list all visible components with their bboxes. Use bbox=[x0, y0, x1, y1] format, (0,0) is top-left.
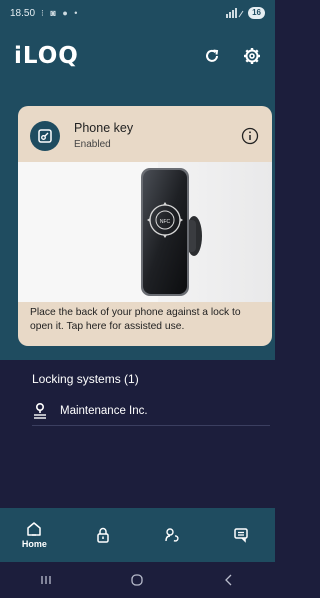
recent-apps-icon bbox=[41, 576, 51, 584]
locking-system-name: Maintenance Inc. bbox=[60, 404, 148, 417]
app-logo: iLOQ bbox=[14, 43, 79, 69]
app-actions bbox=[201, 45, 263, 67]
back-button[interactable] bbox=[204, 565, 254, 595]
phone-key-header: Phone key Enabled bbox=[18, 106, 272, 162]
battery-indicator: 16 bbox=[248, 7, 265, 19]
system-navigation-bar bbox=[0, 562, 275, 598]
key-access-icon bbox=[165, 528, 179, 542]
refresh-button[interactable] bbox=[201, 45, 223, 67]
settings-button[interactable] bbox=[241, 45, 263, 67]
signal-icon bbox=[226, 8, 244, 18]
phone-lock-image: NFC bbox=[18, 162, 272, 302]
phone-key-title: Phone key bbox=[74, 121, 134, 135]
status-time: 18.50 bbox=[10, 7, 36, 19]
status-indicators: 16 bbox=[226, 7, 265, 19]
lock-icon bbox=[97, 527, 109, 543]
locking-systems-title: Locking systems (1) bbox=[32, 372, 139, 386]
recent-apps-button[interactable] bbox=[21, 565, 71, 595]
chevron-left-icon bbox=[225, 574, 232, 586]
status-bar: 18.50 ⁝ ◙ ● • 16 bbox=[0, 0, 275, 26]
nav-home[interactable]: Home bbox=[0, 508, 69, 562]
bottom-navigation: Home bbox=[0, 508, 275, 562]
nav-home-label: Home bbox=[21, 539, 47, 549]
notification-icons: ⁝ ◙ ● • bbox=[41, 7, 80, 18]
app-bar: iLOQ bbox=[0, 38, 275, 74]
phone-key-instruction: Place the back of your phone against a l… bbox=[30, 307, 241, 332]
locking-system-icon bbox=[34, 402, 46, 419]
home-system-button[interactable] bbox=[112, 565, 162, 595]
phone-key-icon bbox=[30, 121, 60, 151]
svg-text:NFC: NFC bbox=[160, 219, 171, 225]
message-icon bbox=[233, 528, 248, 543]
nav-messages[interactable] bbox=[206, 508, 275, 562]
info-icon[interactable] bbox=[240, 126, 260, 146]
phone-lock-illustration: NFC bbox=[18, 162, 272, 302]
nav-access[interactable] bbox=[138, 508, 207, 562]
refresh-icon bbox=[206, 49, 219, 62]
gear-icon bbox=[244, 48, 260, 64]
list-item[interactable]: Maintenance Inc. bbox=[32, 396, 270, 426]
home-icon bbox=[27, 522, 42, 536]
phone-key-card[interactable]: Phone key Enabled NFC Place the back of … bbox=[18, 106, 272, 346]
circle-home-icon bbox=[131, 574, 144, 586]
phone-key-status: Enabled bbox=[74, 139, 111, 150]
nav-lock[interactable] bbox=[69, 508, 138, 562]
